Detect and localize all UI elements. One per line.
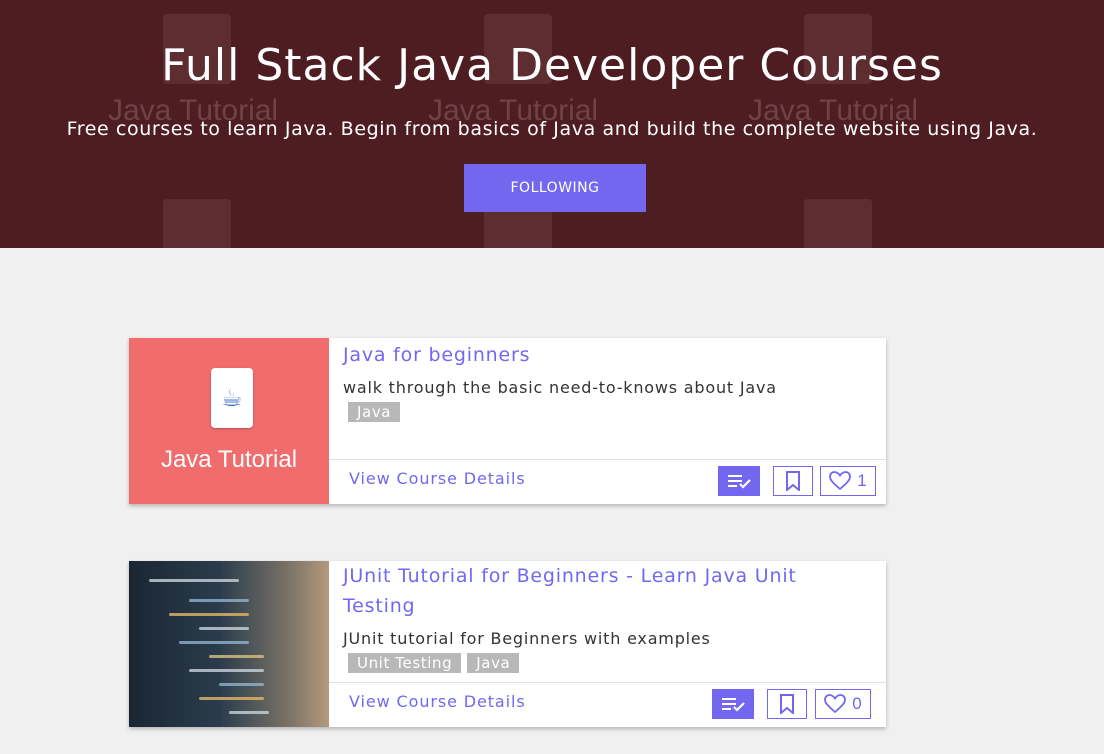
heart-icon	[824, 694, 847, 714]
thumbnail-caption: Java Tutorial	[160, 446, 298, 473]
coffee-cup-icon: ☕	[221, 384, 243, 412]
tag-list: Unit Testing Java	[348, 653, 520, 673]
like-button[interactable]: 1	[820, 466, 876, 496]
bookmark-icon	[786, 471, 800, 491]
divider	[329, 682, 886, 683]
course-description: JUnit tutorial for Beginners with exampl…	[343, 629, 711, 648]
course-title[interactable]: Java for beginners	[343, 340, 873, 370]
page-subtitle: Free courses to learn Java. Begin from b…	[66, 118, 1038, 140]
course-thumbnail[interactable]: ☕ Java Tutorial	[129, 338, 329, 504]
course-card: ☕ Java Tutorial Java for beginners walk …	[129, 338, 886, 504]
tag-list: Java	[348, 402, 401, 422]
tag[interactable]: Unit Testing	[348, 653, 462, 673]
following-button[interactable]: FOLLOWING	[464, 164, 646, 212]
course-card: JUnit Tutorial for Beginners - Learn Jav…	[129, 561, 886, 727]
divider	[329, 459, 886, 460]
add-to-queue-button[interactable]	[712, 689, 754, 719]
tag[interactable]: Java	[348, 402, 401, 422]
playlist-check-icon	[722, 698, 745, 712]
bookmark-button[interactable]	[767, 689, 807, 719]
course-description: walk through the basic need-to-knows abo…	[343, 378, 777, 397]
course-body: Java for beginners walk through the basi…	[329, 338, 886, 504]
like-count: 1	[857, 471, 867, 490]
course-body: JUnit Tutorial for Beginners - Learn Jav…	[329, 561, 886, 727]
heart-icon	[829, 471, 852, 491]
playlist-check-icon	[728, 475, 751, 489]
view-course-details-link[interactable]: View Course Details	[349, 469, 526, 488]
view-course-details-link[interactable]: View Course Details	[349, 692, 526, 711]
bookmark-icon	[780, 694, 794, 714]
tag[interactable]: Java	[467, 653, 520, 673]
like-button[interactable]: 0	[815, 689, 871, 719]
course-title[interactable]: JUnit Tutorial for Beginners - Learn Jav…	[343, 561, 873, 621]
hero-banner: Java Tutorial Java Tutorial Java Tutoria…	[0, 0, 1104, 248]
bookmark-button[interactable]	[773, 466, 813, 496]
page-title: Full Stack Java Developer Courses	[161, 40, 943, 91]
add-to-queue-button[interactable]	[718, 466, 760, 496]
like-count: 0	[852, 694, 862, 713]
course-thumbnail[interactable]	[129, 561, 329, 727]
